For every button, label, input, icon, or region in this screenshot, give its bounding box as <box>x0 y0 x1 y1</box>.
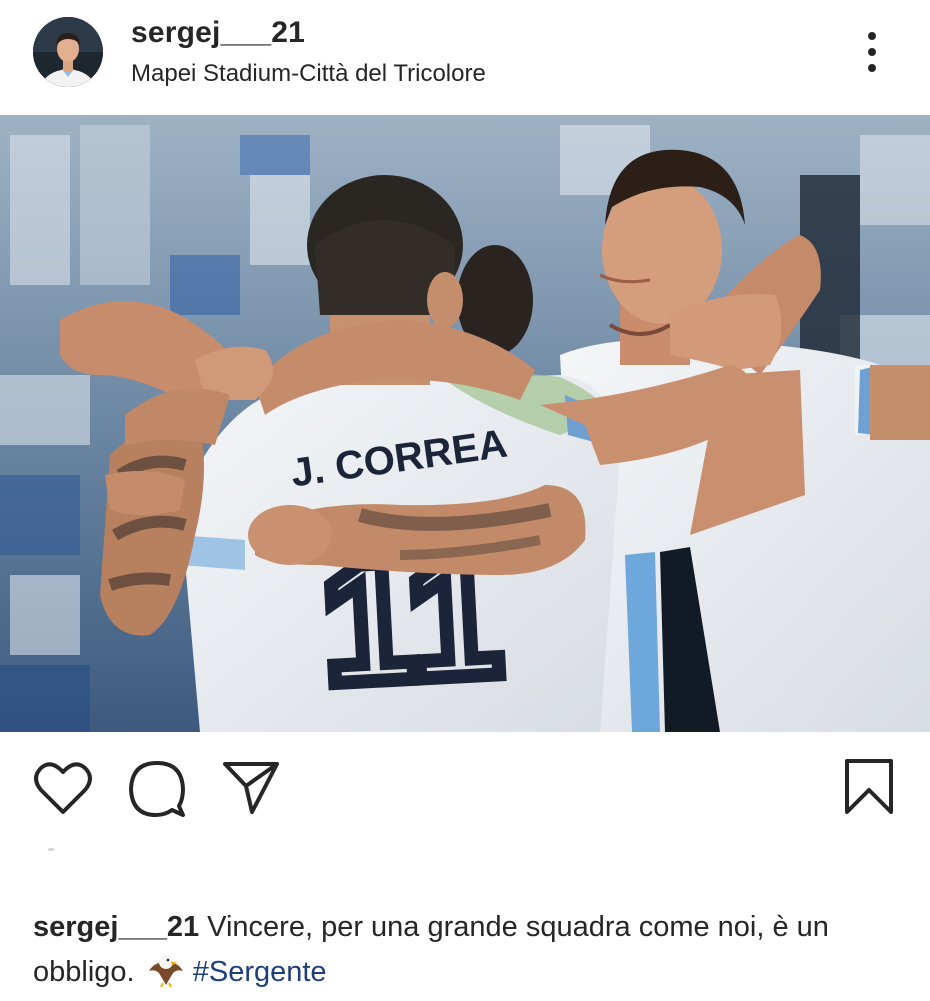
carousel-indicator <box>48 848 54 851</box>
avatar[interactable] <box>33 17 103 87</box>
location-link[interactable]: Mapei Stadium-Città del Tricolore <box>131 60 486 88</box>
like-button[interactable] <box>33 760 93 816</box>
comment-icon <box>129 761 185 817</box>
post-photo[interactable]: J. CORREA 11 <box>0 115 930 732</box>
username[interactable]: sergej___21 <box>131 16 305 50</box>
hashtag-link[interactable]: #Sergente <box>193 956 327 988</box>
more-options-button[interactable] <box>852 28 892 78</box>
comment-button[interactable] <box>128 760 186 818</box>
post-caption: sergej___21 Vincere, per una grande squa… <box>33 905 903 995</box>
save-button[interactable] <box>844 758 894 816</box>
post-header: sergej___21 Mapei Stadium-Città del Tric… <box>0 0 930 115</box>
more-vertical-icon <box>868 32 876 72</box>
eagle-emoji <box>147 953 185 988</box>
send-icon <box>223 762 279 814</box>
post-actions <box>0 732 930 842</box>
bookmark-icon <box>845 759 893 814</box>
heart-icon <box>34 762 92 814</box>
share-button[interactable] <box>222 760 280 816</box>
caption-username[interactable]: sergej___21 <box>33 911 199 943</box>
